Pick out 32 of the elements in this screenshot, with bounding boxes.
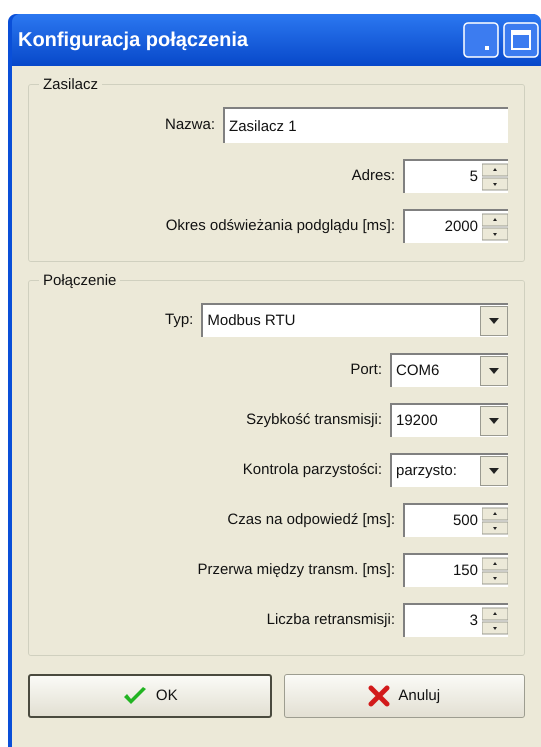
spin-arrows-icon[interactable] — [482, 607, 508, 635]
ok-button[interactable]: OK — [28, 674, 272, 718]
field-label: Przerwa między transm. [ms]: — [197, 560, 395, 580]
window-title: Konfiguracja połączenia — [18, 28, 248, 53]
field-label: Szybkość transmisji: — [246, 410, 382, 430]
field-label: Port: — [350, 360, 382, 380]
spin-field[interactable]: 5 — [403, 159, 508, 193]
field-label: Typ: — [165, 310, 194, 330]
dropdown[interactable]: COM6 — [390, 353, 508, 387]
dropdown[interactable]: Modbus RTU — [201, 303, 508, 337]
minimize-icon[interactable] — [463, 22, 499, 58]
field-label: Nazwa: — [165, 114, 216, 135]
field-label: Czas na odpowiedź [ms]: — [227, 510, 395, 530]
field-label: Liczba retransmisji: — [266, 610, 395, 630]
spin-arrows-icon[interactable] — [482, 163, 508, 191]
spin-arrows-icon[interactable] — [482, 213, 508, 241]
spin-arrows-icon[interactable] — [482, 557, 508, 585]
field-label: Adres: — [352, 166, 395, 186]
spin-field[interactable]: 150 — [403, 553, 508, 587]
spin-field[interactable]: 2000 — [403, 209, 508, 243]
cancel-button[interactable]: Anuluj — [284, 674, 525, 718]
spin-field[interactable]: 500 — [403, 503, 508, 537]
field-label: Kontrola parzystości: — [242, 460, 382, 480]
dropdown[interactable]: 19200 — [390, 403, 508, 437]
maximize-icon[interactable] — [503, 22, 539, 58]
spin-field[interactable]: 3 — [403, 603, 508, 637]
checkmark-icon — [122, 686, 148, 706]
field-label: Okres odświeżania podglądu [ms]: — [166, 216, 395, 236]
spin-arrows-icon[interactable] — [482, 507, 508, 535]
dropdown[interactable]: parzysto: — [390, 453, 508, 487]
text-field[interactable]: Zasilacz 1 — [223, 107, 508, 143]
x-icon — [368, 685, 390, 707]
